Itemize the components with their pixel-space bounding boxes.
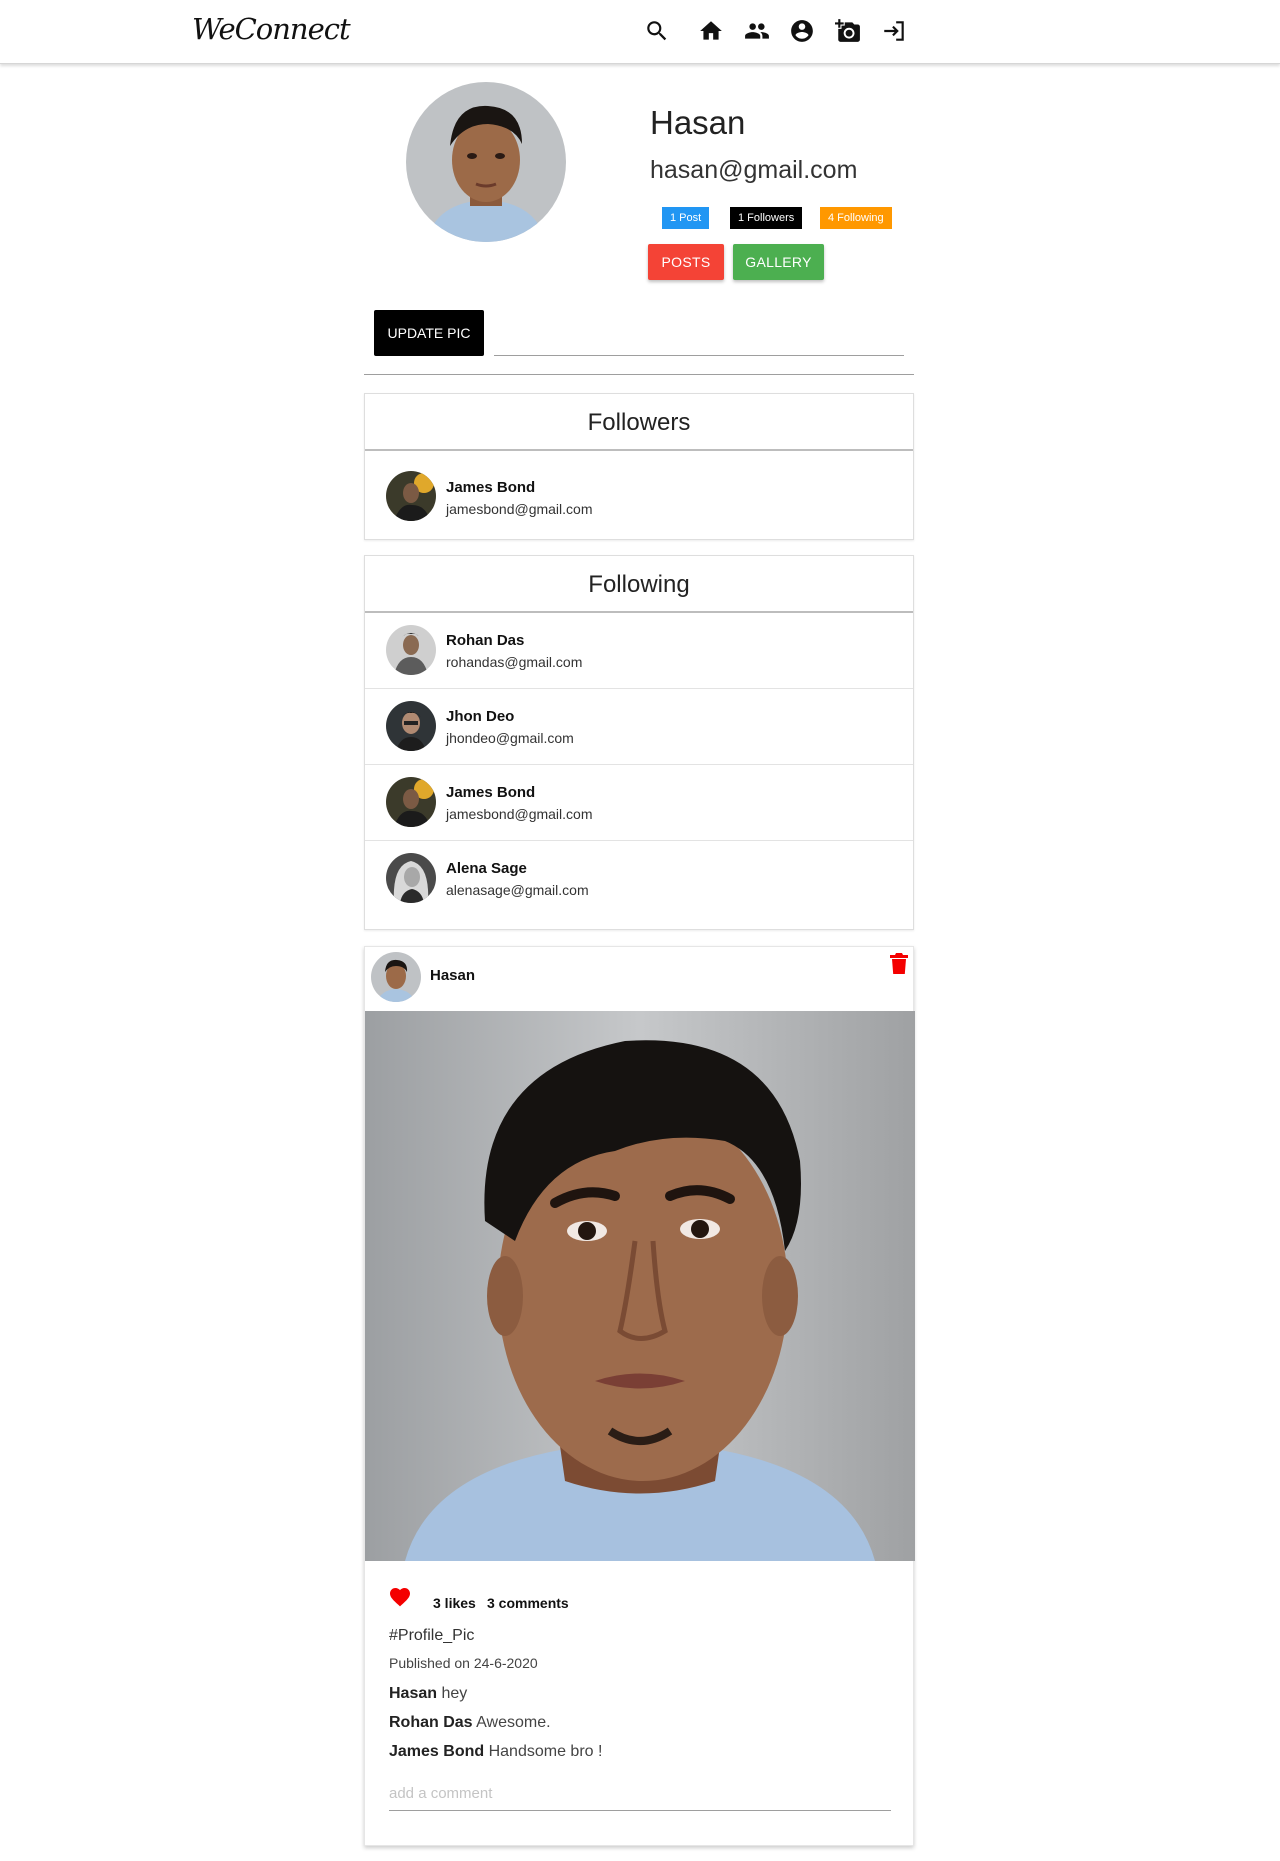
following-avatar [386,625,436,675]
follower-name[interactable]: James Bond [446,479,535,496]
post-author-name[interactable]: Hasan [430,967,475,984]
following-count-chip: 4 Following [820,207,892,229]
following-email: jhondeo@gmail.com [446,730,574,746]
comment-author: Hasan [389,1685,438,1702]
comment-author: Rohan Das [389,1714,473,1731]
post-header: Hasan [365,947,915,1011]
following-card: Following Rohan Das rohandas@gmail.com J… [364,555,914,930]
following-avatar [386,777,436,827]
comments-count: 3 comments [487,1595,569,1611]
following-name[interactable]: Jhon Deo [446,708,514,725]
following-row[interactable]: Rohan Das rohandas@gmail.com [365,613,913,689]
update-pic-button[interactable]: UPDATE PIC [374,310,484,356]
following-email: rohandas@gmail.com [446,654,583,670]
file-path-input[interactable] [494,328,904,356]
following-email: alenasage@gmail.com [446,882,589,898]
add-photo-icon[interactable] [835,18,861,44]
post-caption: #Profile_Pic [389,1627,475,1644]
comment-text: Awesome. [476,1714,551,1731]
gallery-button[interactable]: GALLERY [733,244,824,280]
home-icon[interactable] [698,18,724,44]
followers-card: Followers James Bond jamesbond@gmail.com [364,393,914,540]
following-title: Following [365,556,913,613]
follower-avatar [386,471,436,521]
comment-text: Handsome bro ! [488,1743,603,1760]
followers-count-chip: 1 Followers [730,207,803,229]
following-avatar [386,853,436,903]
divider [364,374,914,375]
people-icon[interactable] [744,18,770,44]
post-author-avatar [371,952,421,1002]
comment-author: James Bond [389,1743,485,1760]
post-card: Hasan 3 likes 3 comments #Profile_Pic Pu… [364,946,915,1846]
following-row[interactable]: Jhon Deo jhondeo@gmail.com [365,689,913,765]
posts-count-chip: 1 Post [662,207,710,229]
brand-logo[interactable]: WeConnect [192,12,351,46]
following-row[interactable]: James Bond jamesbond@gmail.com [365,765,913,841]
profile-avatar [406,82,566,242]
following-avatar [386,701,436,751]
logout-icon[interactable] [881,18,907,44]
account-icon[interactable] [789,18,815,44]
following-name[interactable]: Rohan Das [446,632,524,649]
navbar: WeConnect [0,0,1280,64]
posts-button[interactable]: POSTS [648,244,724,280]
add-comment-input[interactable] [389,1777,891,1811]
like-heart-icon[interactable] [388,1585,412,1607]
comment-item: Hasan hey [389,1685,467,1703]
follower-row[interactable]: James Bond jamesbond@gmail.com [365,451,913,539]
following-name[interactable]: James Bond [446,784,535,801]
delete-icon[interactable] [890,953,908,975]
following-name[interactable]: Alena Sage [446,860,527,877]
comment-item: Rohan Das Awesome. [389,1714,551,1732]
following-row[interactable]: Alena Sage alenasage@gmail.com [365,841,913,917]
comment-item: James Bond Handsome bro ! [389,1743,602,1761]
profile-name: Hasan [650,104,746,141]
post-image [365,1011,915,1561]
profile-email: hasan@gmail.com [650,156,858,184]
follower-email: jamesbond@gmail.com [446,501,593,517]
comment-text: hey [441,1685,468,1702]
following-email: jamesbond@gmail.com [446,806,593,822]
post-date: Published on 24-6-2020 [389,1655,538,1671]
search-icon[interactable] [644,18,670,44]
likes-count: 3 likes [433,1595,476,1611]
followers-title: Followers [365,394,913,451]
